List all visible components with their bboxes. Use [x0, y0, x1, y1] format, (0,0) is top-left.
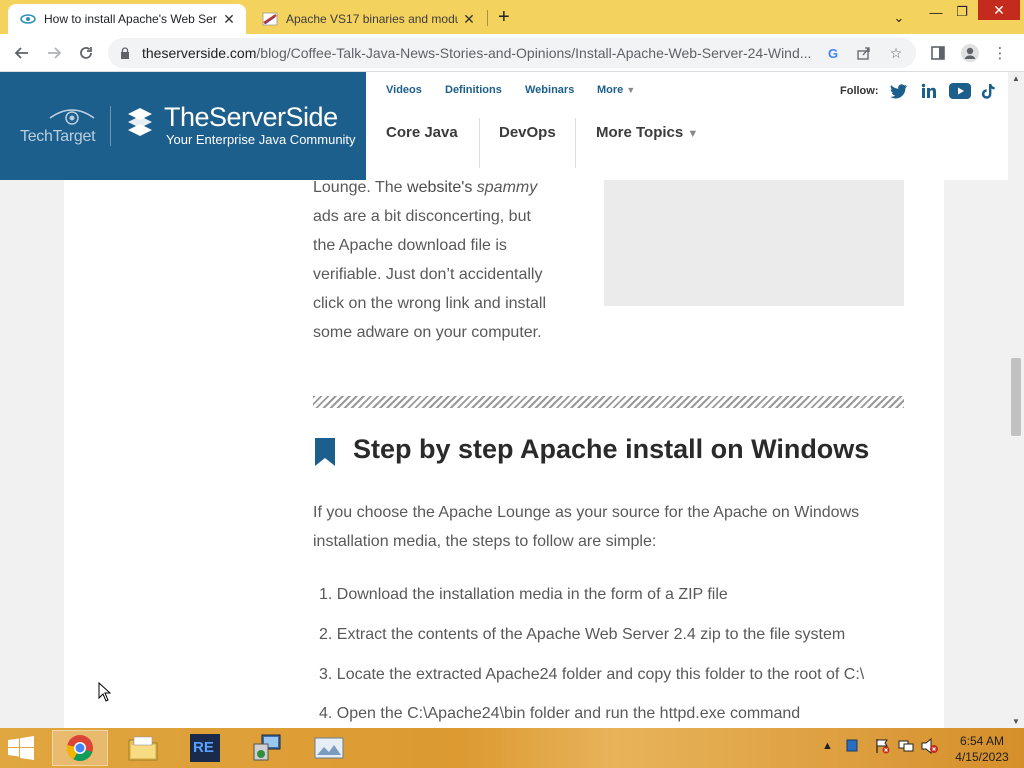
svg-text:RE: RE	[193, 739, 214, 756]
techtarget-logo-text: TechTarget	[20, 128, 96, 145]
address-bar[interactable]: theserverside.com/blog/Coffee-Talk-Java-…	[108, 38, 916, 68]
clock-date: 4/15/2023	[955, 750, 1009, 764]
paragraph-line: the Apache download file is	[313, 237, 507, 254]
section-divider	[313, 396, 904, 408]
tiktok-icon[interactable]	[977, 82, 999, 100]
chrome-menu-icon[interactable]: ⋮	[988, 41, 1012, 65]
page-viewport: TechTarget TheServerSide Your Enterprise…	[0, 72, 1008, 728]
paragraph-line: ads are a bit disconcerting, but	[313, 208, 531, 225]
nav-videos-link[interactable]: Videos	[386, 84, 422, 96]
tray-display-icon[interactable]	[846, 739, 858, 756]
nav-more-topics-label: More Topics	[596, 124, 684, 141]
linkedin-icon[interactable]	[918, 82, 940, 100]
system-clock[interactable]: 6:54 AM 4/15/2023	[948, 733, 1016, 765]
tab-strip: How to install Apache's Web Ser ✕ Apache…	[0, 0, 1024, 34]
tab-inactive[interactable]: Apache VS17 binaries and modul ✕	[250, 4, 486, 34]
new-tab-button[interactable]: +	[498, 6, 510, 28]
brand-block[interactable]: TechTarget TheServerSide Your Enterprise…	[0, 72, 366, 180]
nav-more-label: More	[597, 84, 624, 96]
para-emphasis: spammy	[476, 179, 538, 196]
youtube-icon[interactable]	[949, 82, 971, 100]
url-path: /blog/Coffee-Talk-Java-News-Stories-and-…	[256, 45, 812, 61]
close-tab-icon[interactable]: ✕	[218, 11, 240, 28]
caret-down-icon: ▼	[687, 128, 699, 140]
clock-time: 6:54 AM	[959, 734, 1005, 748]
site-header: TechTarget TheServerSide Your Enterprise…	[0, 72, 1008, 180]
brand-tagline: Your Enterprise Java Community	[166, 132, 356, 147]
image-viewer-icon[interactable]	[301, 730, 357, 766]
nav-definitions-link[interactable]: Definitions	[445, 84, 502, 96]
browser-toolbar: theserverside.com/blog/Coffee-Talk-Java-…	[0, 34, 1024, 72]
network-tray-icon[interactable]	[898, 738, 914, 757]
tab-title: How to install Apache's Web Ser	[44, 12, 217, 26]
close-tab-icon[interactable]: ✕	[458, 11, 480, 28]
intro-paragraph: If you choose the Apache Lounge as your …	[313, 504, 860, 550]
list-item: 3. Locate the extracted Apache24 folder …	[319, 666, 865, 683]
chrome-icon[interactable]	[52, 730, 108, 766]
minimize-button[interactable]: —	[924, 0, 948, 24]
windows-taskbar: RE ▲ 6:54 AM 4/15/2023	[0, 728, 1024, 768]
list-item: 4. Open the C:\Apache24\bin folder and r…	[319, 705, 801, 722]
action-center-flag-icon[interactable]	[874, 738, 890, 757]
mouse-pointer-icon	[98, 681, 112, 707]
caret-down-icon: ▼	[626, 85, 636, 95]
tab-active[interactable]: How to install Apache's Web Ser ✕	[8, 4, 246, 34]
mainnav-divider	[479, 118, 480, 168]
page-scrollbar[interactable]: ▲ ▼	[1008, 72, 1024, 728]
google-translate-icon[interactable]: G	[824, 43, 844, 63]
back-icon[interactable]	[10, 41, 34, 65]
paragraph-line: verifiable. Just don’t accidentally	[313, 266, 543, 283]
nav-webinars-link[interactable]: Webinars	[525, 84, 574, 96]
mainnav-divider	[575, 118, 576, 168]
close-window-button[interactable]: ✕	[978, 0, 1020, 20]
tss-eye-icon	[20, 11, 36, 27]
paragraph-line: click on the wrong link and install	[313, 295, 547, 312]
brand-divider	[110, 106, 111, 146]
tab-separator	[487, 10, 488, 26]
brand-name: TheServerSide	[164, 102, 338, 132]
scroll-up-icon[interactable]: ▲	[1012, 74, 1020, 83]
file-explorer-icon[interactable]	[115, 730, 171, 766]
tray-expand-icon[interactable]: ▲	[822, 740, 833, 752]
nav-more-link[interactable]: More ▼	[597, 84, 635, 96]
reload-icon[interactable]	[74, 41, 98, 65]
share-icon[interactable]	[854, 43, 874, 63]
paragraph-line: Lounge. The website's spammy	[313, 173, 537, 202]
re-app-icon[interactable]: RE	[177, 730, 233, 766]
section-heading: Step by step Apache install on Windows	[353, 434, 870, 464]
twitter-icon[interactable]	[888, 82, 910, 100]
url-text[interactable]: theserverside.com/blog/Coffee-Talk-Java-…	[142, 45, 822, 61]
website-link[interactable]: website's	[407, 179, 472, 196]
forward-icon[interactable]	[42, 41, 66, 65]
nav-devops[interactable]: DevOps	[499, 124, 556, 141]
tab-search-chevron-icon[interactable]: ⌄	[888, 6, 910, 30]
windows-start-icon[interactable]	[6, 736, 36, 765]
paragraph-line: some adware on your computer.	[313, 324, 542, 341]
nav-core-java[interactable]: Core Java	[386, 124, 458, 141]
nav-more-topics[interactable]: More Topics ▼	[596, 124, 698, 141]
bookmark-icon	[315, 438, 335, 471]
para-text: Lounge. The	[313, 179, 408, 196]
follow-label: Follow:	[840, 85, 879, 97]
volume-muted-icon[interactable]	[921, 737, 939, 757]
svg-text:G: G	[828, 46, 838, 60]
bookmark-star-icon[interactable]: ☆	[886, 43, 906, 63]
scroll-down-icon[interactable]: ▼	[1012, 717, 1020, 726]
profile-avatar-icon[interactable]	[958, 41, 982, 65]
tab-title: Apache VS17 binaries and modul	[286, 12, 458, 26]
list-item: 2. Extract the contents of the Apache We…	[319, 626, 846, 643]
scroll-thumb[interactable]	[1011, 358, 1021, 436]
side-panel-icon[interactable]	[926, 41, 950, 65]
maximize-button[interactable]: ❐	[950, 0, 974, 24]
url-host: theserverside.com	[142, 45, 257, 61]
network-tool-icon[interactable]	[239, 730, 295, 766]
apache-feather-icon	[262, 11, 278, 27]
list-item: 1. Download the installation media in th…	[319, 586, 728, 603]
theserverside-logo-icon	[126, 106, 154, 147]
ad-placeholder	[604, 180, 904, 306]
lock-icon[interactable]	[120, 46, 130, 64]
